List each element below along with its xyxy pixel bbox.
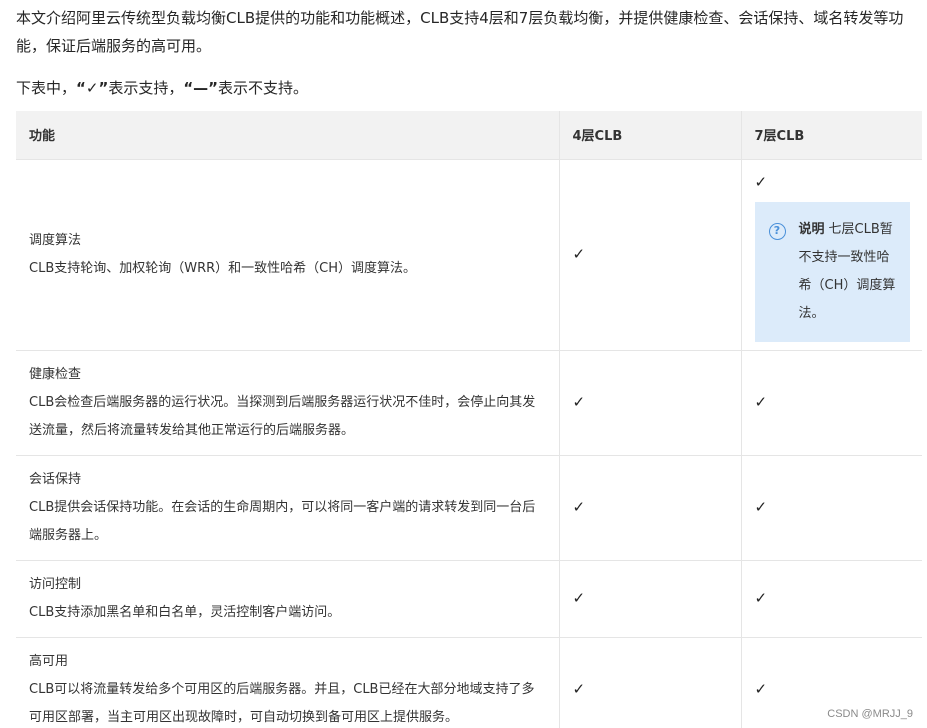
feature-desc: CLB支持轮询、加权轮询（WRR）和一致性哈希（CH）调度算法。 bbox=[29, 260, 417, 276]
table-row: 健康检查 CLB会检查后端服务器的运行状况。当探测到后端服务器运行状况不佳时，会… bbox=[16, 350, 922, 456]
feature-cell: 高可用 CLB可以将流量转发给多个可用区的后端服务器。并且，CLB已经在大部分地… bbox=[16, 637, 559, 728]
legend-line: 下表中，“✓”表示支持，“—”表示不支持。 bbox=[16, 74, 916, 102]
feature-cell: 调度算法 CLB支持轮询、加权轮询（WRR）和一致性哈希（CH）调度算法。 bbox=[16, 159, 559, 351]
table-row: 会话保持 CLB提供会话保持功能。在会话的生命周期内，可以将同一客户端的请求转发… bbox=[16, 455, 922, 561]
feature-name: 会话保持 bbox=[29, 471, 82, 487]
legend-check-symbol: “✓” bbox=[76, 79, 109, 97]
l7-cell: ✓ ? 说明 七层CLB暂不支持一致性哈希（CH）调度算法。 bbox=[740, 159, 922, 351]
note-title: 说明 bbox=[798, 221, 825, 237]
table-row: 高可用 CLB可以将流量转发给多个可用区的后端服务器。并且，CLB已经在大部分地… bbox=[16, 637, 922, 728]
l4-cell: ✓ bbox=[558, 637, 741, 728]
l4-cell: ✓ bbox=[558, 159, 741, 351]
feature-cell: 健康检查 CLB会检查后端服务器的运行状况。当探测到后端服务器运行状况不佳时，会… bbox=[16, 350, 559, 456]
table-row: 调度算法 CLB支持轮询、加权轮询（WRR）和一致性哈希（CH）调度算法。 ✓ … bbox=[16, 159, 922, 351]
l7-cell: ✓ bbox=[740, 455, 922, 561]
check-mark: ✓ bbox=[754, 392, 768, 411]
legend-no-support-text: 表示不支持。 bbox=[218, 79, 309, 97]
feature-name: 调度算法 bbox=[29, 232, 82, 248]
check-mark: ✓ bbox=[572, 244, 586, 263]
check-mark: ✓ bbox=[572, 679, 586, 698]
check-mark: ✓ bbox=[754, 679, 768, 698]
feature-desc: CLB支持添加黑名单和白名单，灵活控制客户端访问。 bbox=[29, 604, 341, 620]
legend-prefix: 下表中， bbox=[16, 79, 77, 97]
header-feature: 功能 bbox=[16, 111, 559, 160]
watermark: CSDN @MRJJ_9 bbox=[827, 708, 913, 720]
l7-cell: ✓ bbox=[740, 350, 922, 456]
l4-cell: ✓ bbox=[558, 350, 741, 456]
feature-desc: CLB会检查后端服务器的运行状况。当探测到后端服务器运行状况不佳时，会停止向其发… bbox=[29, 394, 536, 438]
feature-cell: 会话保持 CLB提供会话保持功能。在会话的生命周期内，可以将同一客户端的请求转发… bbox=[16, 455, 559, 561]
l4-cell: ✓ bbox=[558, 560, 741, 638]
legend-dash-symbol: “—” bbox=[183, 79, 219, 97]
page: 本文介绍阿里云传统型负载均衡CLB提供的功能和功能概述，CLB支持4层和7层负载… bbox=[0, 0, 927, 728]
feature-cell: 访问控制 CLB支持添加黑名单和白名单，灵活控制客户端访问。 bbox=[16, 560, 559, 638]
feature-name: 访问控制 bbox=[29, 576, 82, 592]
feature-name: 高可用 bbox=[29, 653, 69, 669]
header-l7: 7层CLB bbox=[740, 111, 922, 160]
table-header-row: 功能 4层CLB 7层CLB bbox=[16, 111, 922, 160]
feature-desc: CLB可以将流量转发给多个可用区的后端服务器。并且，CLB已经在大部分地域支持了… bbox=[29, 681, 535, 725]
intro-paragraph: 本文介绍阿里云传统型负载均衡CLB提供的功能和功能概述，CLB支持4层和7层负载… bbox=[16, 9, 904, 55]
header-l4: 4层CLB bbox=[558, 111, 741, 160]
check-mark: ✓ bbox=[754, 588, 768, 607]
check-mark: ✓ bbox=[572, 497, 586, 516]
check-mark: ✓ bbox=[754, 497, 768, 516]
check-mark: ✓ bbox=[572, 588, 586, 607]
note-box: ? 说明 七层CLB暂不支持一致性哈希（CH）调度算法。 bbox=[754, 201, 910, 342]
check-mark: ✓ bbox=[754, 172, 768, 191]
help-circle-icon: ? bbox=[768, 222, 786, 240]
feature-table: 功能 4层CLB 7层CLB 调度算法 CLB支持轮询、加权轮询（WRR）和一致… bbox=[16, 111, 922, 728]
l7-cell: ✓ bbox=[740, 560, 922, 638]
l4-cell: ✓ bbox=[558, 455, 741, 561]
feature-desc: CLB提供会话保持功能。在会话的生命周期内，可以将同一客户端的请求转发到同一台后… bbox=[29, 499, 536, 543]
legend-support-text: 表示支持， bbox=[108, 79, 184, 97]
feature-name: 健康检查 bbox=[29, 366, 82, 382]
check-mark: ✓ bbox=[572, 392, 586, 411]
table-row: 访问控制 CLB支持添加黑名单和白名单，灵活控制客户端访问。 ✓ ✓ bbox=[16, 560, 922, 638]
